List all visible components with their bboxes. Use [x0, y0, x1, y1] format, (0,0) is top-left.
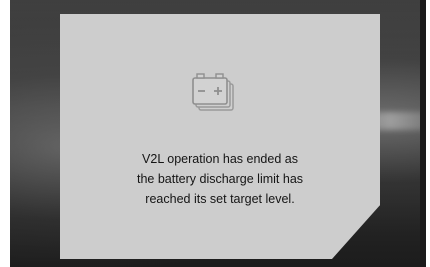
- screen-edge: [420, 0, 426, 267]
- message-line: reached its set target level.: [145, 192, 295, 206]
- battery-icon: [192, 73, 234, 111]
- message-line: V2L operation has ended as: [142, 152, 298, 166]
- message-line: the battery discharge limit has: [136, 172, 304, 186]
- v2l-ended-popup: [60, 14, 380, 259]
- popup-message: V2L operation has ended as the battery d…: [95, 149, 345, 209]
